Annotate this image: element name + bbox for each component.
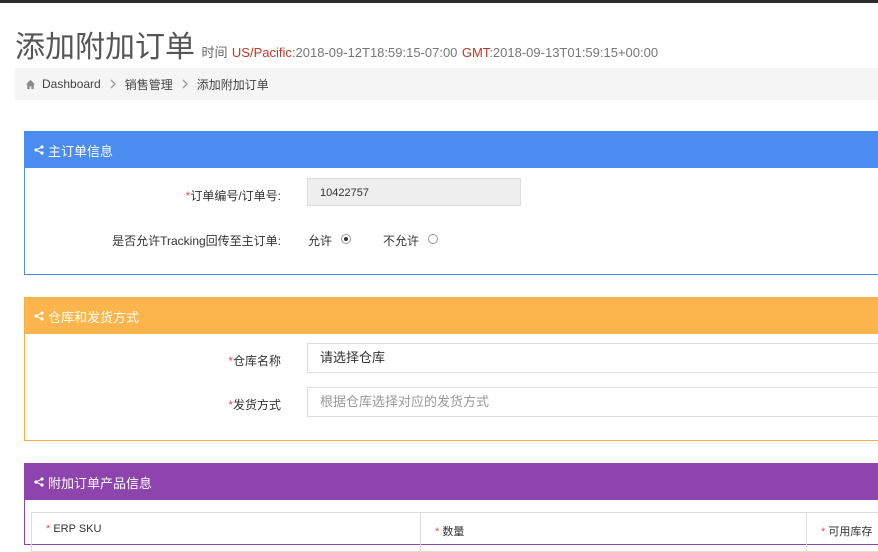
- breadcrumb-current: 添加附加订单: [196, 77, 269, 92]
- timezone-gmt-label: GMT: [461, 45, 490, 60]
- warehouse-panel-header: 仓库和发货方式: [25, 298, 878, 334]
- time-label: 时间: [201, 45, 228, 60]
- warehouse-panel: 仓库和发货方式 *仓库名称 请选择仓库 *发货方式 根据仓库选择对应的发货方式: [24, 297, 878, 441]
- page-header: 添加附加订单 时间 US/Pacific:2018-09-12T18:59:15…: [15, 22, 658, 66]
- column-header-quantity: * 数量: [420, 512, 807, 552]
- timezone-gmt-value: :2018-09-13T01:59:15+00:00: [489, 45, 659, 60]
- warehouse-label: *仓库名称: [228, 354, 281, 368]
- warehouse-panel-title: 仓库和发货方式: [48, 309, 140, 325]
- timezone-us-value: :2018-09-12T18:59:15-07:00: [291, 45, 458, 60]
- column-header-available-stock: * 可用库存: [806, 512, 878, 552]
- shipping-select[interactable]: 根据仓库选择对应的发货方式: [307, 387, 878, 417]
- main-order-panel-header: 主订单信息: [25, 132, 878, 168]
- tracking-label: 是否允许Tracking回传至主订单:: [112, 234, 281, 248]
- shipping-label: *发货方式: [228, 398, 281, 412]
- order-no-field[interactable]: 10422757: [307, 178, 521, 206]
- breadcrumb-sales[interactable]: 销售管理: [125, 76, 173, 93]
- home-icon: [25, 79, 36, 89]
- chevron-right-icon: [110, 79, 116, 89]
- column-header-erp-sku: * ERP SKU: [31, 512, 421, 552]
- share-icon: [34, 311, 44, 321]
- disallow-option-label[interactable]: 不允许: [383, 232, 419, 249]
- main-order-panel-title: 主订单信息: [48, 143, 114, 159]
- breadcrumb-dashboard[interactable]: Dashboard: [42, 77, 101, 91]
- warehouse-select[interactable]: 请选择仓库: [307, 343, 878, 373]
- main-order-panel: 主订单信息 *订单编号/订单号: 10422757 是否允许Tracking回传…: [24, 131, 878, 275]
- allow-option-label[interactable]: 允许: [308, 232, 332, 249]
- products-panel-header: 附加订单产品信息: [25, 464, 878, 500]
- page-title: 添加附加订单: [15, 31, 195, 64]
- top-border: [0, 0, 878, 3]
- allow-radio[interactable]: [341, 234, 351, 244]
- share-icon: [34, 145, 44, 155]
- breadcrumb: Dashboard 销售管理 添加附加订单: [15, 68, 878, 100]
- products-panel: 附加订单产品信息 * ERP SKU * 数量 * 可用库存: [24, 463, 878, 552]
- share-icon: [34, 477, 44, 487]
- chevron-right-icon: [182, 79, 188, 89]
- order-no-label: *订单编号/订单号:: [185, 189, 281, 203]
- disallow-radio[interactable]: [428, 234, 438, 244]
- products-panel-title: 附加订单产品信息: [48, 475, 153, 491]
- timezone-us-label: US/Pacific: [231, 45, 292, 60]
